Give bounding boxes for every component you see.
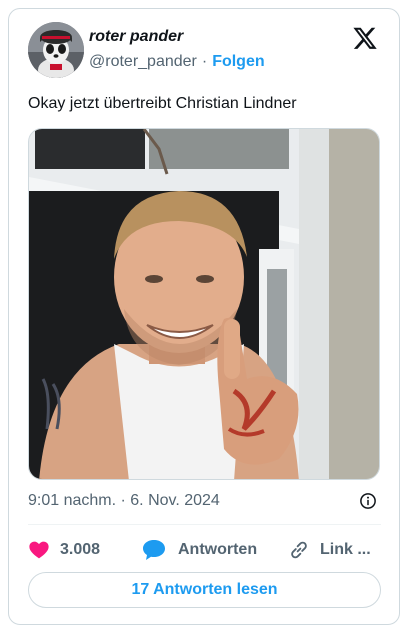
speech-bubble-icon [143, 540, 165, 560]
follow-button[interactable]: Folgen [212, 53, 264, 70]
avatar[interactable] [28, 22, 84, 78]
handle-separator: · [201, 53, 208, 70]
tweet-timestamp[interactable]: 9:01 nachm. · 6. Nov. 2024 [28, 492, 220, 510]
reply-button[interactable]: Antworten [142, 538, 257, 562]
tweet-text: Okay jetzt übertreibt Christian Lindner [28, 95, 297, 112]
x-logo-icon[interactable] [352, 25, 378, 51]
tweet-embed-card: roter pander @roter_pander · Folgen Okay j… [8, 8, 400, 625]
author-name[interactable]: roter pander [89, 28, 183, 46]
author-handle[interactable]: @roter_pander [89, 53, 197, 70]
like-count: 3.008 [60, 541, 101, 558]
tweet-photo[interactable] [28, 128, 380, 480]
action-bar: 3.008 Antworten Link ... [28, 538, 381, 562]
read-replies-label: 17 Antworten lesen [131, 581, 278, 598]
like-button[interactable]: 3.008 [28, 538, 100, 562]
info-icon[interactable] [359, 492, 377, 510]
reply-label: Antworten [178, 541, 258, 558]
photo-illustration [29, 129, 379, 479]
link-label: Link ... [320, 541, 371, 558]
link-icon [291, 541, 307, 559]
divider [28, 524, 381, 525]
avatar-image [28, 22, 84, 78]
heart-icon [29, 541, 49, 559]
author-handle-line: @roter_pander · Folgen [89, 53, 265, 71]
copy-link-button[interactable]: Link ... [288, 538, 371, 562]
read-replies-button[interactable]: 17 Antworten lesen [28, 572, 381, 608]
